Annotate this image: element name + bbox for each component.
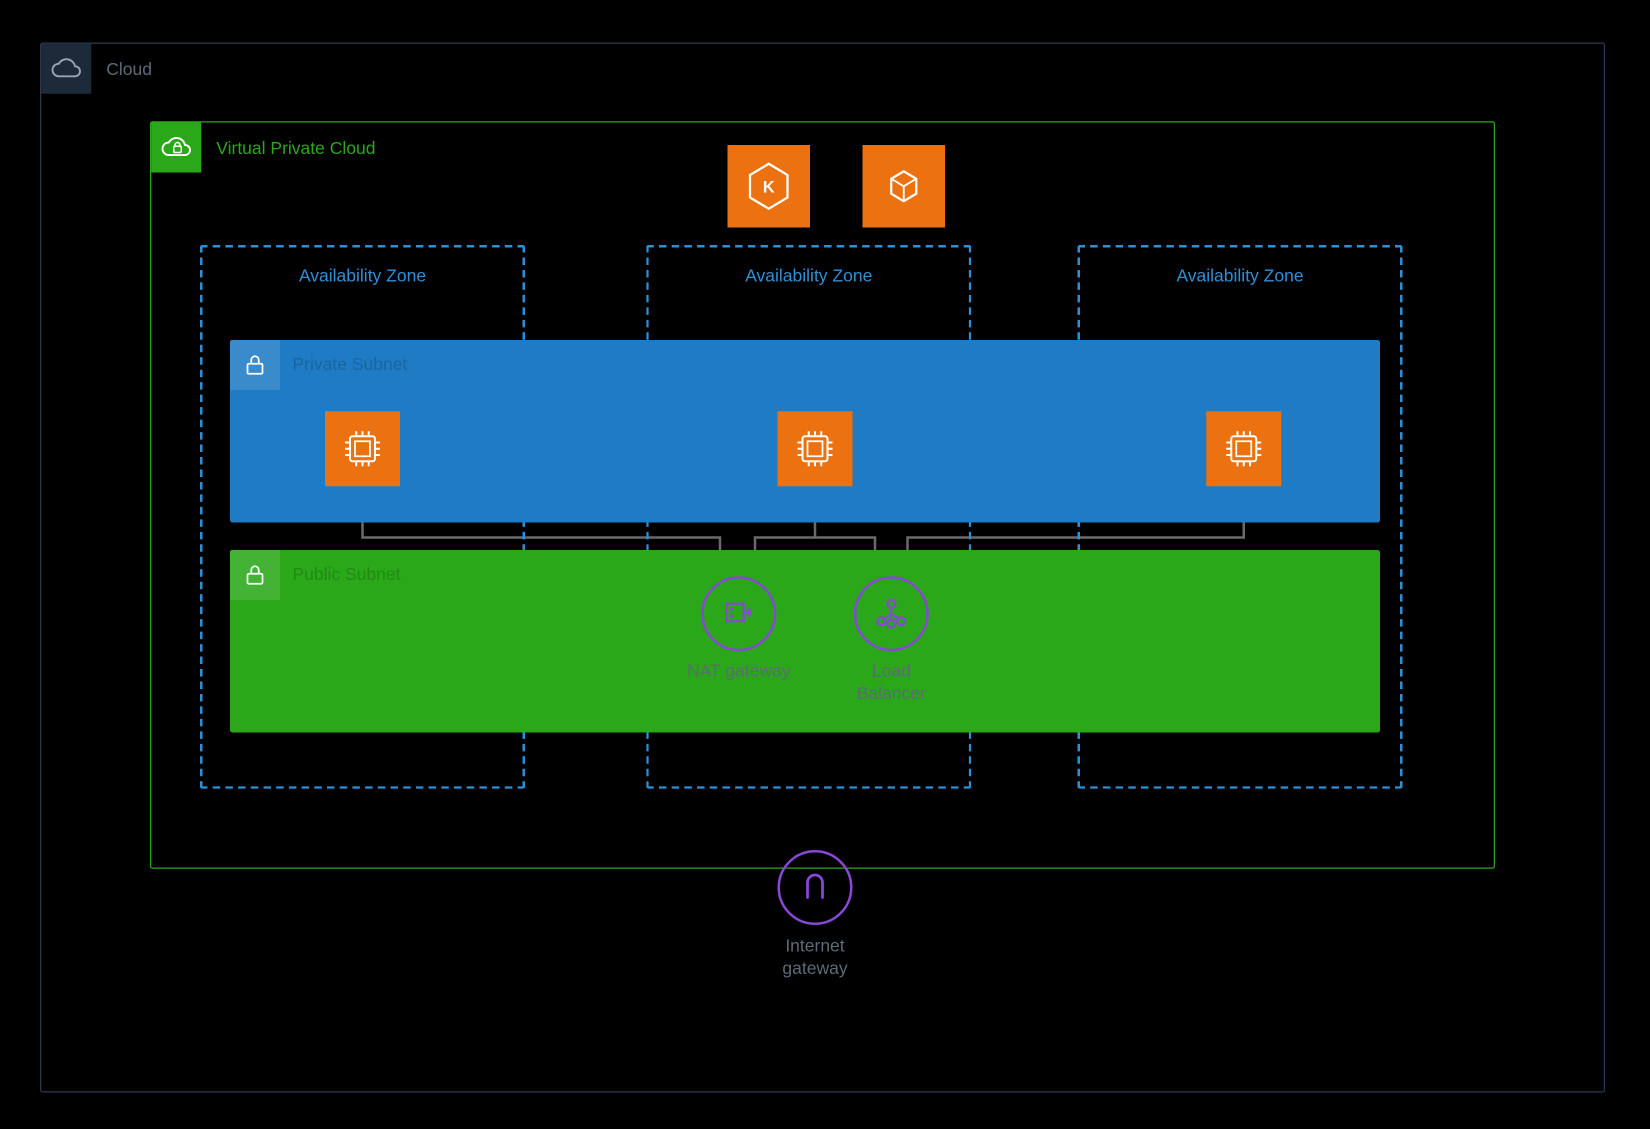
compute-instance bbox=[1206, 411, 1281, 486]
az-label: Availability Zone bbox=[203, 265, 523, 285]
internet-gateway-icon bbox=[778, 850, 853, 925]
compute-instance bbox=[778, 411, 853, 486]
private-subnet-label: Private Subnet bbox=[293, 354, 408, 374]
load-balancer-icon bbox=[854, 576, 929, 651]
load-balancer-label: Load Balancer bbox=[816, 660, 966, 704]
lock-icon bbox=[230, 550, 280, 600]
container-service-icon bbox=[863, 145, 946, 228]
nat-gateway-label: NAT gateway bbox=[664, 660, 814, 682]
cloud-label: Cloud bbox=[106, 59, 152, 79]
eks-service-icon: K bbox=[728, 145, 811, 228]
cloud-icon bbox=[41, 44, 91, 94]
public-subnet: Public Subnet bbox=[230, 550, 1380, 733]
compute-instance bbox=[325, 411, 400, 486]
architecture-diagram: Cloud Virtual Private Cloud Availability… bbox=[0, 0, 1650, 1129]
internet-gateway-label: Internet gateway bbox=[740, 935, 890, 979]
az-label: Availability Zone bbox=[649, 265, 969, 285]
svg-text:K: K bbox=[763, 179, 775, 197]
public-subnet-label: Public Subnet bbox=[293, 564, 401, 584]
vpc-label: Virtual Private Cloud bbox=[216, 138, 375, 158]
nat-gateway-icon bbox=[701, 576, 776, 651]
vpc-icon bbox=[151, 123, 201, 173]
lock-icon bbox=[230, 340, 280, 390]
az-label: Availability Zone bbox=[1080, 265, 1400, 285]
